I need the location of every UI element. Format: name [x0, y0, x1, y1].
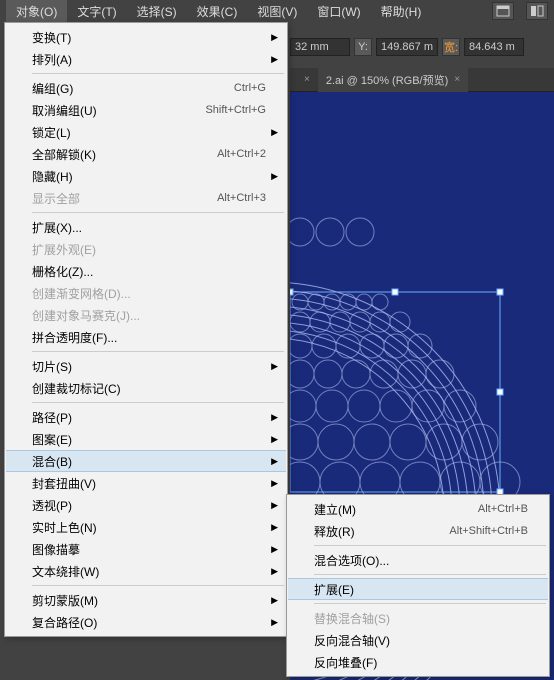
w-value[interactable]: 84.643 m [464, 38, 524, 56]
submenu-arrow-icon: ▶ [271, 361, 278, 372]
menu-ungroup[interactable]: 取消编组(U)Shift+Ctrl+G [6, 99, 286, 121]
submenu-reverse-spine[interactable]: 反向混合轴(V) [288, 629, 548, 651]
y-label: Y: [354, 38, 372, 56]
separator [32, 585, 284, 586]
menu-gradient-mesh: 创建渐变网格(D)... [6, 282, 286, 304]
separator [314, 574, 546, 575]
menu-text-wrap[interactable]: 文本绕排(W)▶ [6, 560, 286, 582]
menu-hide[interactable]: 隐藏(H)▶ [6, 165, 286, 187]
separator [32, 402, 284, 403]
close-icon[interactable]: × [304, 74, 310, 85]
menu-crop-marks[interactable]: 创建裁切标记(C) [6, 377, 286, 399]
submenu-arrow-icon: ▶ [271, 566, 278, 577]
menubar: 对象(O) 文字(T) 选择(S) 效果(C) 视图(V) 窗口(W) 帮助(H… [0, 0, 554, 22]
menu-clipping-mask[interactable]: 剪切蒙版(M)▶ [6, 589, 286, 611]
menu-select[interactable]: 选择(S) [127, 0, 187, 23]
menu-effect[interactable]: 效果(C) [187, 0, 248, 23]
menu-expand-appearance: 扩展外观(E) [6, 238, 286, 260]
submenu-arrow-icon: ▶ [271, 412, 278, 423]
menu-type[interactable]: 文字(T) [67, 0, 126, 23]
menu-compound-path[interactable]: 复合路径(O)▶ [6, 611, 286, 633]
menu-perspective[interactable]: 透视(P)▶ [6, 494, 286, 516]
tab-label: 2.ai @ 150% (RGB/预览) [326, 72, 448, 88]
submenu-arrow-icon: ▶ [271, 456, 278, 467]
close-icon[interactable]: × [454, 74, 460, 85]
workspace-icon[interactable] [492, 2, 514, 20]
w-label: 宽: [442, 38, 460, 56]
menu-view[interactable]: 视图(V) [247, 0, 307, 23]
separator [32, 212, 284, 213]
submenu-release[interactable]: 释放(R)Alt+Shift+Ctrl+B [288, 520, 548, 542]
submenu-arrow-icon: ▶ [271, 544, 278, 555]
submenu-arrow-icon: ▶ [271, 500, 278, 511]
menu-slice[interactable]: 切片(S)▶ [6, 355, 286, 377]
blend-submenu: 建立(M)Alt+Ctrl+B 释放(R)Alt+Shift+Ctrl+B 混合… [286, 494, 550, 677]
submenu-arrow-icon: ▶ [271, 171, 278, 182]
shortcut: Shift+Ctrl+G [205, 104, 266, 116]
menu-help[interactable]: 帮助(H) [371, 0, 432, 23]
submenu-make[interactable]: 建立(M)Alt+Ctrl+B [288, 498, 548, 520]
menu-flatten-transparency[interactable]: 拼合透明度(F)... [6, 326, 286, 348]
submenu-replace-spine: 替换混合轴(S) [288, 607, 548, 629]
submenu-arrow-icon: ▶ [271, 617, 278, 628]
shortcut: Alt+Ctrl+2 [217, 148, 266, 160]
menu-rasterize[interactable]: 栅格化(Z)... [6, 260, 286, 282]
submenu-arrow-icon: ▶ [271, 32, 278, 43]
arrange-icon[interactable] [526, 2, 548, 20]
shortcut: Alt+Ctrl+B [478, 503, 528, 515]
separator [314, 603, 546, 604]
separator [32, 73, 284, 74]
submenu-arrow-icon: ▶ [271, 54, 278, 65]
tab-2[interactable]: 2.ai @ 150% (RGB/预览) × [318, 68, 468, 92]
menu-expand[interactable]: 扩展(X)... [6, 216, 286, 238]
submenu-arrow-icon: ▶ [271, 127, 278, 138]
options-bar: 32 mm Y: 149.867 m 宽: 84.643 m [290, 34, 550, 60]
separator [32, 351, 284, 352]
menu-pattern[interactable]: 图案(E)▶ [6, 428, 286, 450]
submenu-options[interactable]: 混合选项(O)... [288, 549, 548, 571]
menu-transform[interactable]: 变换(T)▶ [6, 26, 286, 48]
submenu-reverse-front-back[interactable]: 反向堆叠(F) [288, 651, 548, 673]
submenu-arrow-icon: ▶ [271, 434, 278, 445]
menu-show-all: 显示全部Alt+Ctrl+3 [6, 187, 286, 209]
shortcut: Alt+Ctrl+3 [217, 192, 266, 204]
object-menu-dropdown: 变换(T)▶ 排列(A)▶ 编组(G)Ctrl+G 取消编组(U)Shift+C… [4, 22, 288, 637]
menu-object[interactable]: 对象(O) [6, 0, 67, 23]
x-value[interactable]: 32 mm [290, 38, 350, 56]
menu-path[interactable]: 路径(P)▶ [6, 406, 286, 428]
shortcut: Alt+Shift+Ctrl+B [449, 525, 528, 537]
menu-unlock-all[interactable]: 全部解锁(K)Alt+Ctrl+2 [6, 143, 286, 165]
menu-envelope-distort[interactable]: 封套扭曲(V)▶ [6, 472, 286, 494]
shortcut: Ctrl+G [234, 82, 266, 94]
submenu-arrow-icon: ▶ [271, 478, 278, 489]
separator [314, 545, 546, 546]
y-value[interactable]: 149.867 m [376, 38, 438, 56]
menu-image-trace[interactable]: 图像描摹▶ [6, 538, 286, 560]
submenu-expand[interactable]: 扩展(E) [288, 578, 548, 600]
menu-arrange[interactable]: 排列(A)▶ [6, 48, 286, 70]
tab-1[interactable]: × [290, 70, 318, 89]
menu-window[interactable]: 窗口(W) [307, 0, 370, 23]
menu-lock[interactable]: 锁定(L)▶ [6, 121, 286, 143]
menu-group[interactable]: 编组(G)Ctrl+G [6, 77, 286, 99]
menu-blend[interactable]: 混合(B)▶ [6, 450, 286, 472]
menu-object-mosaic: 创建对象马赛克(J)... [6, 304, 286, 326]
menu-live-paint[interactable]: 实时上色(N)▶ [6, 516, 286, 538]
document-tabs: × 2.ai @ 150% (RGB/预览) × [290, 68, 554, 92]
submenu-arrow-icon: ▶ [271, 522, 278, 533]
submenu-arrow-icon: ▶ [271, 595, 278, 606]
